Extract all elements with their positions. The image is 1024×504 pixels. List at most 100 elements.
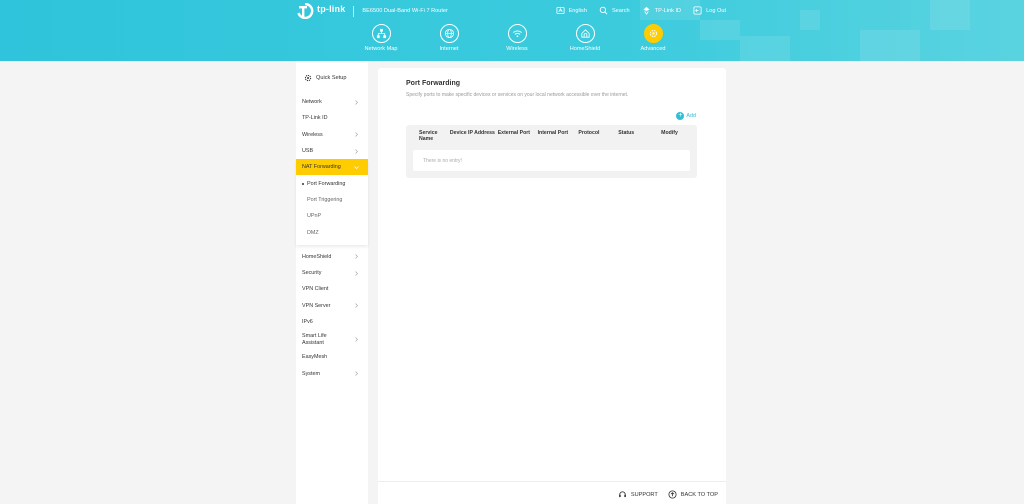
tab-network-map[interactable]: Network Map: [347, 24, 415, 52]
sidebar-item-nat-forwarding[interactable]: NAT Forwarding: [296, 159, 368, 176]
sidebar-item-wireless[interactable]: Wireless: [296, 127, 368, 143]
chevron-right-icon: [355, 254, 358, 260]
col-external-port: External Port: [497, 130, 531, 136]
port-forwarding-table: Service Name Device IP Address External …: [406, 125, 697, 178]
language-selector[interactable]: English: [556, 6, 587, 15]
sidebar-item-ipv6[interactable]: IPv6: [296, 314, 368, 330]
sidebar-item-tp-link-id[interactable]: TP-Link ID: [296, 110, 368, 126]
tp-link-id-link[interactable]: TP-Link ID: [642, 6, 681, 15]
tab-internet-label: Internet: [439, 46, 459, 52]
footer-links: SUPPORT BACK TO TOP: [618, 490, 718, 499]
tab-wireless-label: Wireless: [506, 46, 528, 52]
add-button[interactable]: + Add: [676, 112, 696, 120]
footer: SUPPORT BACK TO TOP: [378, 481, 726, 504]
language-icon: [556, 6, 565, 15]
sidebar-item-label: EasyMesh: [302, 354, 328, 361]
sidebar-item-label: VPN Server: [302, 302, 331, 309]
brand-divider: [353, 5, 355, 17]
sidebar: Quick Setup Network TP-Link ID Wireless …: [296, 61, 368, 504]
sidebar-item-vpn-client[interactable]: VPN Client: [296, 281, 368, 297]
col-internal-port: Internal Port: [537, 130, 569, 136]
current-dot: [302, 182, 304, 185]
col-service-name: Service Name: [419, 130, 438, 143]
sub-item-label: DMZ: [307, 229, 319, 236]
plus-icon: +: [676, 112, 685, 120]
sidebar-item-label: USB: [302, 148, 314, 155]
headset-icon: [618, 491, 626, 498]
search-label: Search: [611, 7, 630, 14]
advanced-gear-icon: [649, 29, 657, 38]
chevron-right-icon: [355, 99, 358, 105]
tab-advanced[interactable]: Advanced: [619, 24, 687, 52]
sub-item-upnp[interactable]: UPnP: [296, 208, 368, 224]
tab-homeshield-label: HomeShield: [569, 46, 601, 52]
tab-advanced-label: Advanced: [640, 46, 666, 52]
chevron-right-icon: [355, 132, 358, 137]
logout-link[interactable]: Log Out: [693, 6, 726, 15]
top-header: tp-link BE6500 Dual-Band Wi-Fi 7 Router …: [0, 0, 1024, 61]
chevron-right-icon: [355, 337, 358, 342]
back-to-top-link[interactable]: BACK TO TOP: [668, 490, 718, 499]
arrow-up-circle-icon: [668, 490, 677, 499]
empty-row: There is no entry!: [413, 150, 690, 171]
sidebar-item-smart-life-assistant[interactable]: Smart Life Assistant: [296, 330, 368, 349]
sidebar-item-label: HomeShield: [302, 253, 332, 260]
sidebar-item-label: Network: [302, 99, 322, 106]
chevron-right-icon: [355, 148, 358, 154]
brand: tp-link BE6500 Dual-Band Wi-Fi 7 Router: [296, 2, 448, 20]
support-label: SUPPORT: [630, 491, 658, 498]
language-label: English: [568, 7, 587, 14]
tp-link-id-label: TP-Link ID: [654, 7, 682, 14]
logout-icon: [693, 6, 702, 15]
col-protocol: Protocol: [578, 130, 600, 136]
sub-item-label: Port Triggering: [307, 196, 343, 203]
chevron-right-icon: [355, 371, 358, 376]
homeshield-icon: [580, 29, 590, 38]
empty-text: There is no entry!: [423, 157, 462, 164]
sidebar-item-usb[interactable]: USB: [296, 143, 368, 159]
support-link[interactable]: SUPPORT: [618, 490, 658, 499]
search-icon: [599, 6, 608, 15]
router-model: BE6500 Dual-Band Wi-Fi 7 Router: [362, 8, 448, 14]
sub-item-port-triggering[interactable]: Port Triggering: [296, 192, 368, 208]
chevron-right-icon: [355, 303, 358, 308]
sidebar-item-label: Smart Life Assistant: [302, 333, 327, 346]
nat-forwarding-group: NAT Forwarding Port Forwarding Port Trig…: [296, 159, 368, 245]
tab-wireless[interactable]: Wireless: [483, 24, 551, 52]
tab-network-map-label: Network Map: [364, 46, 398, 52]
main-nav-tabs: Network Map Internet Wireless HomeShield…: [347, 24, 687, 52]
cloud-user-icon: [643, 6, 650, 15]
search-link[interactable]: Search: [599, 6, 630, 15]
sidebar-item-label: NAT Forwarding: [302, 164, 341, 171]
quick-setup-link[interactable]: Quick Setup: [296, 61, 368, 94]
add-label: Add: [686, 113, 696, 119]
tab-internet[interactable]: Internet: [415, 24, 483, 52]
col-modify: Modify: [661, 130, 678, 136]
sidebar-item-label: VPN Client: [302, 286, 329, 293]
sidebar-item-easymesh[interactable]: EasyMesh: [296, 349, 368, 365]
tab-homeshield[interactable]: HomeShield: [551, 24, 619, 52]
internet-globe-icon: [444, 28, 454, 39]
chevron-right-icon: [355, 270, 358, 276]
sidebar-item-label: TP-Link ID: [302, 115, 328, 122]
sidebar-item-homeshield[interactable]: HomeShield: [296, 249, 368, 265]
sidebar-item-network[interactable]: Network: [296, 94, 368, 110]
quick-setup-label: Quick Setup: [316, 74, 347, 81]
back-to-top-label: BACK TO TOP: [680, 491, 718, 498]
sidebar-item-label: IPv6: [302, 319, 313, 325]
main-panel: Port Forwarding Specify ports to make sp…: [378, 68, 726, 504]
sub-item-port-forwarding[interactable]: Port Forwarding: [296, 175, 368, 191]
sidebar-item-label: Wireless: [302, 131, 323, 138]
brand-name: tp-link: [317, 3, 346, 14]
sidebar-item-security[interactable]: Security: [296, 265, 368, 281]
sidebar-item-vpn-server[interactable]: VPN Server: [296, 298, 368, 314]
sub-item-label: UPnP: [307, 213, 322, 220]
network-map-icon: [376, 28, 386, 39]
logout-label: Log Out: [706, 7, 726, 14]
sidebar-item-system[interactable]: System: [296, 365, 368, 381]
col-status: Status: [618, 130, 635, 136]
sub-item-dmz[interactable]: DMZ: [296, 224, 368, 240]
chevron-down-icon: [354, 166, 359, 169]
page-title: Port Forwarding: [406, 80, 461, 87]
sub-item-label: Port Forwarding: [307, 180, 346, 187]
